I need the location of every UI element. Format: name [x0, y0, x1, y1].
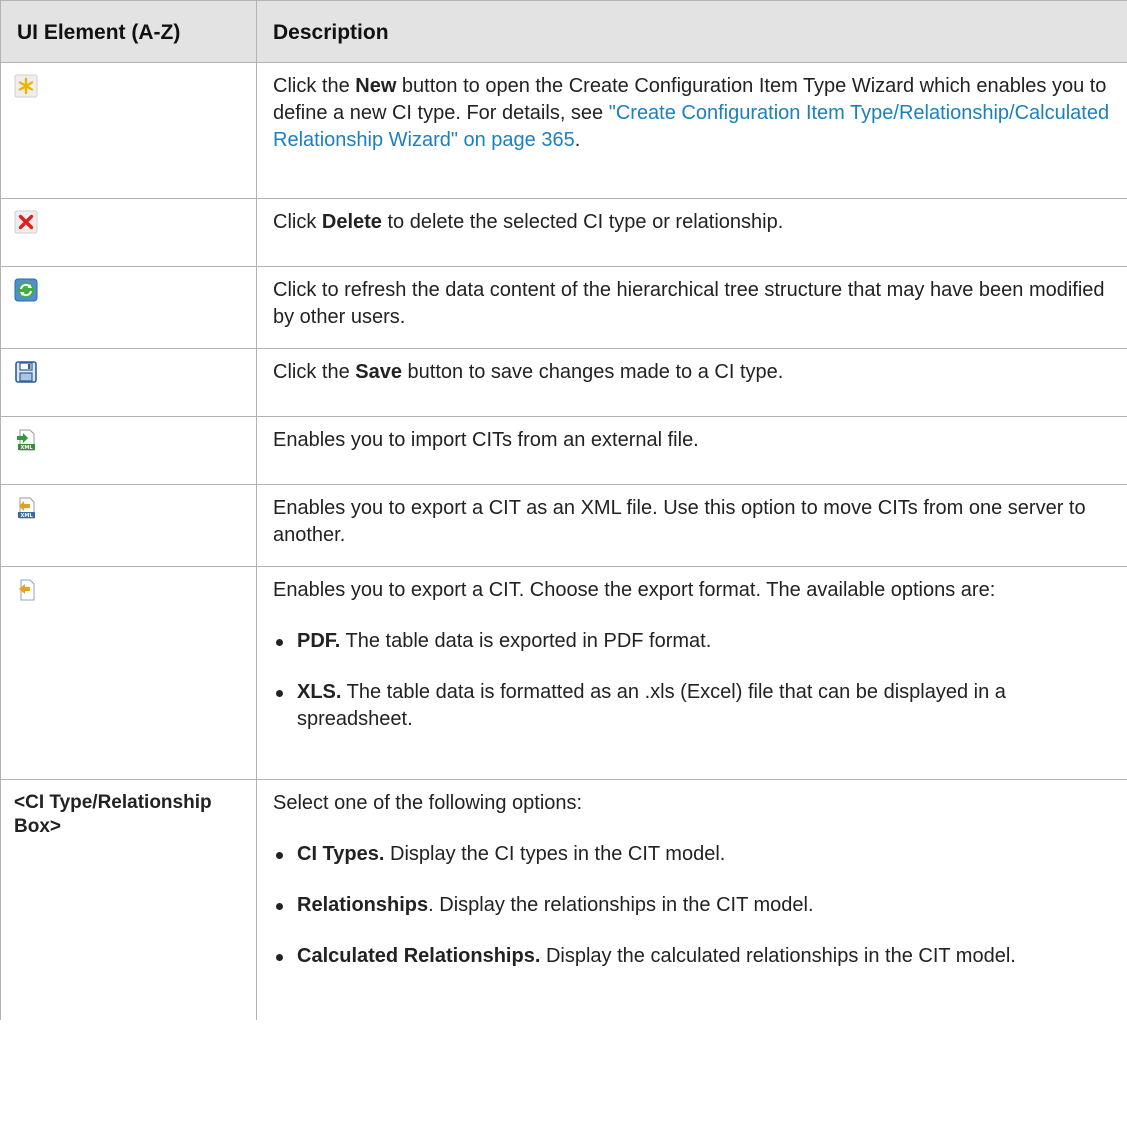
table-row: Click Delete to delete the selected CI t…: [0, 198, 1127, 267]
table-row: Click the Save button to save changes ma…: [0, 348, 1127, 417]
export-xml-icon[interactable]: XML: [14, 496, 38, 520]
list-item: CI Types. Display the CI types in the CI…: [273, 841, 1111, 868]
element-cell: [0, 198, 257, 267]
element-cell: [0, 348, 257, 417]
save-desc-post: button to save changes made to a CI type…: [401, 361, 784, 383]
table-header-row: UI Element (A-Z) Description: [0, 0, 1127, 63]
refresh-icon[interactable]: [14, 278, 38, 302]
box-desc: Select one of the following options:: [273, 792, 583, 814]
table-row: Click the New button to open the Create …: [0, 62, 1127, 199]
description-cell: Enables you to export a CIT. Choose the …: [256, 566, 1127, 780]
new-desc-end: .: [574, 129, 581, 151]
option-pdf-label: PDF.: [297, 630, 341, 652]
save-disk-icon[interactable]: [14, 360, 38, 384]
option-ci-types-text: Display the CI types in the CIT model.: [384, 843, 726, 865]
import-desc: Enables you to import CITs from an exter…: [273, 429, 699, 451]
table-row: XML Enables you to import CITs from an e…: [0, 416, 1127, 485]
element-cell: [0, 566, 257, 780]
table-row: Enables you to export a CIT. Choose the …: [0, 566, 1127, 780]
table-row: <CI Type/Relationship Box> Select one of…: [0, 779, 1127, 1020]
list-item: Relationships. Display the relationships…: [273, 892, 1111, 919]
header-ui-element: UI Element (A-Z): [0, 0, 257, 63]
element-cell: [0, 266, 257, 349]
new-desc-bold: New: [355, 75, 397, 97]
delete-desc-post: to delete the selected CI type or relati…: [381, 211, 784, 233]
header-description: Description: [256, 0, 1127, 63]
description-cell: Click to refresh the data content of the…: [256, 266, 1127, 349]
description-cell: Click Delete to delete the selected CI t…: [256, 198, 1127, 267]
export-desc: Enables you to export a CIT. Choose the …: [273, 579, 996, 601]
svg-text:XML: XML: [20, 445, 33, 451]
element-cell: XML: [0, 484, 257, 567]
export-icon[interactable]: [14, 578, 38, 602]
ci-type-relationship-box-label: <CI Type/Relationship Box>: [14, 792, 212, 837]
option-calculated-text: Display the calculated relationships in …: [540, 945, 1016, 967]
save-desc-bold: Save: [355, 361, 402, 383]
option-xls-text: The table data is formatted as an .xls (…: [297, 681, 1006, 730]
element-cell: [0, 62, 257, 199]
export-options-list: PDF. The table data is exported in PDF f…: [273, 628, 1111, 733]
description-cell: Click the New button to open the Create …: [256, 62, 1127, 199]
option-relationships-text: . Display the relationships in the CIT m…: [428, 894, 814, 916]
delete-desc-pre: Click: [273, 211, 322, 233]
description-cell: Select one of the following options: CI …: [256, 779, 1127, 1020]
list-item: XLS. The table data is formatted as an .…: [273, 679, 1111, 733]
new-asterisk-icon[interactable]: [14, 74, 38, 98]
table-row: Click to refresh the data content of the…: [0, 266, 1127, 349]
option-pdf-text: The table data is exported in PDF format…: [340, 630, 712, 652]
element-cell: XML: [0, 416, 257, 485]
description-cell: Enables you to export a CIT as an XML fi…: [256, 484, 1127, 567]
table-row: XML Enables you to export a CIT as an XM…: [0, 484, 1127, 567]
refresh-desc: Click to refresh the data content of the…: [273, 279, 1105, 328]
option-ci-types-label: CI Types.: [297, 843, 385, 865]
list-item: Calculated Relationships. Display the ca…: [273, 943, 1111, 970]
element-cell: <CI Type/Relationship Box>: [0, 779, 257, 1020]
list-item: PDF. The table data is exported in PDF f…: [273, 628, 1111, 655]
description-cell: Click the Save button to save changes ma…: [256, 348, 1127, 417]
option-relationships-label: Relationships: [297, 894, 429, 916]
save-desc-pre: Click the: [273, 361, 356, 383]
export-xml-desc: Enables you to export a CIT as an XML fi…: [273, 497, 1086, 546]
option-xls-label: XLS.: [297, 681, 342, 703]
description-cell: Enables you to import CITs from an exter…: [256, 416, 1127, 485]
ui-elements-table: UI Element (A-Z) Description Click the N…: [0, 0, 1127, 1020]
option-calculated-label: Calculated Relationships.: [297, 945, 541, 967]
delete-desc-bold: Delete: [321, 211, 382, 233]
import-xml-icon[interactable]: XML: [14, 428, 38, 452]
svg-text:XML: XML: [20, 513, 33, 519]
new-desc-pre: Click the: [273, 75, 356, 97]
box-options-list: CI Types. Display the CI types in the CI…: [273, 841, 1111, 970]
delete-x-icon[interactable]: [14, 210, 38, 234]
